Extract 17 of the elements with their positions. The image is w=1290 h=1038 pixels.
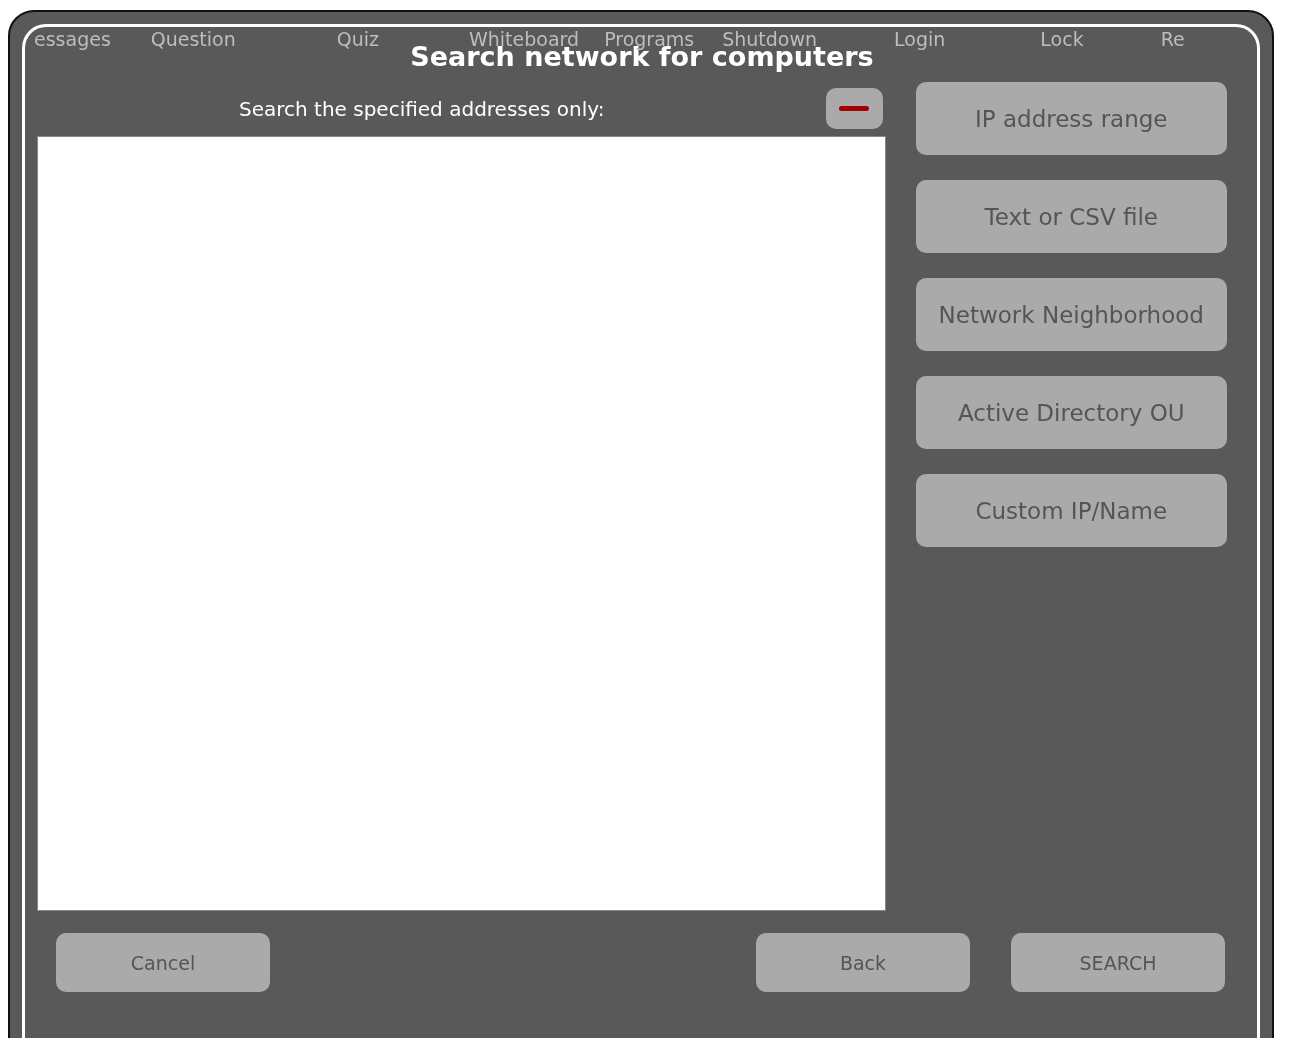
source-button[interactable]: Active Directory OU	[915, 376, 1227, 449]
remove-button[interactable]	[825, 88, 883, 130]
toolbar-item: Re	[1160, 28, 1185, 52]
source-button[interactable]: IP address range	[915, 82, 1227, 155]
footer-button[interactable]: SEARCH	[1011, 933, 1225, 992]
toolbar-item: Login	[894, 28, 946, 52]
toolbar-item: essages	[34, 28, 111, 52]
source-button[interactable]: Custom IP/Name	[915, 474, 1227, 547]
footer-button[interactable]: Back	[756, 933, 970, 992]
toolbar-item: Question	[150, 28, 236, 52]
toolbar-item: Quiz	[336, 28, 379, 52]
toolbar-item: Lock	[1040, 28, 1084, 52]
source-button[interactable]: Network Neighborhood	[915, 278, 1227, 351]
source-button[interactable]: Text or CSV file	[915, 180, 1227, 253]
minus-icon	[839, 106, 870, 112]
list-label: Search the specified addresses only:	[239, 96, 605, 121]
footer-button[interactable]: Cancel	[56, 933, 270, 992]
